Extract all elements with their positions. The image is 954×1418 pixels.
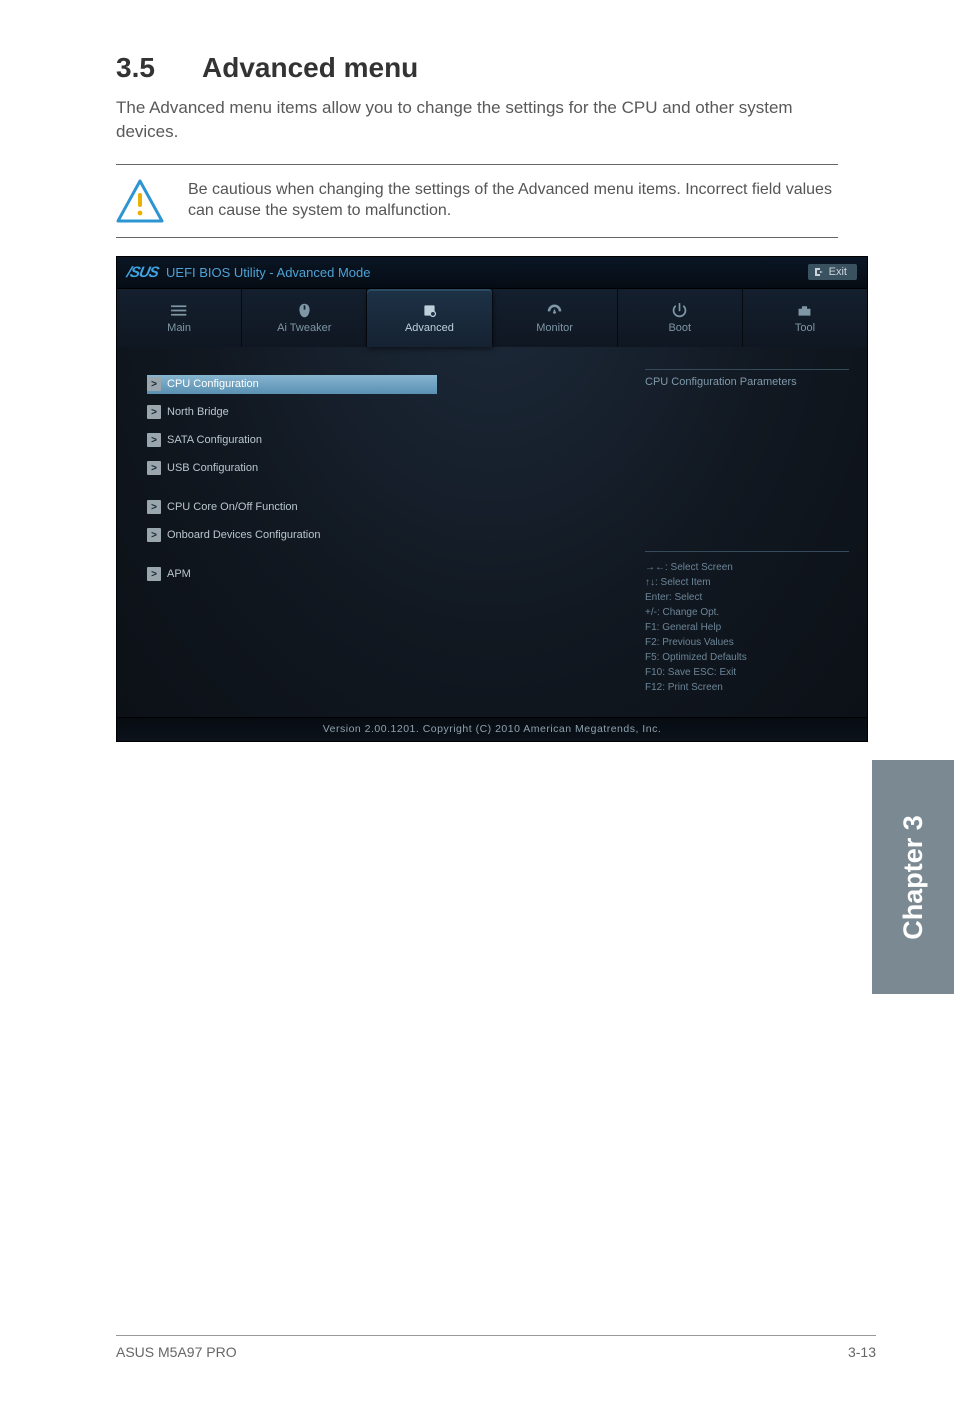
bios-tabs: Main Ai Tweaker Advanced Monitor Boot To… — [117, 289, 867, 347]
menu-cpu-configuration[interactable]: > CPU Configuration — [147, 375, 437, 394]
help-pane: CPU Configuration Parameters →←: Select … — [627, 347, 867, 717]
toolbox-icon — [796, 301, 813, 319]
chevron-right-icon: > — [147, 567, 161, 581]
tab-monitor[interactable]: Monitor — [493, 289, 618, 347]
menu-sata-configuration[interactable]: > SATA Configuration — [147, 431, 607, 450]
caution-text: Be cautious when changing the settings o… — [188, 179, 838, 222]
section-number: 3.5 — [116, 52, 202, 84]
chapter-label: Chapter 3 — [898, 815, 929, 940]
menu-label: USB Configuration — [167, 462, 258, 474]
page-footer: ASUS M5A97 PRO 3-13 — [116, 1335, 876, 1360]
hint-line: Enter: Select — [645, 590, 849, 605]
exit-button[interactable]: Exit — [808, 264, 857, 280]
bios-brand: /SUS UEFI BIOS Utility - Advanced Mode — [127, 264, 370, 281]
menu-usb-configuration[interactable]: > USB Configuration — [147, 459, 607, 478]
menu-label: APM — [167, 568, 191, 580]
help-title: CPU Configuration Parameters — [645, 376, 849, 388]
hint-line: ↑↓: Select Item — [645, 575, 849, 590]
tab-label: Tool — [795, 322, 815, 334]
hint-line: F12: Print Screen — [645, 680, 849, 695]
chevron-right-icon: > — [147, 377, 161, 391]
menu-apm[interactable]: > APM — [147, 565, 607, 584]
tab-label: Ai Tweaker — [277, 322, 331, 334]
hint-line: →←: Select Screen — [645, 560, 849, 575]
footer-right: 3-13 — [848, 1344, 876, 1360]
chevron-right-icon: > — [147, 461, 161, 475]
menu-cpu-core-onoff[interactable]: > CPU Core On/Off Function — [147, 498, 607, 517]
mouse-icon — [296, 301, 313, 319]
chapter-tab: Chapter 3 — [872, 760, 954, 994]
exit-label: Exit — [829, 266, 847, 278]
chevron-right-icon: > — [147, 500, 161, 514]
bios-titlebar: /SUS UEFI BIOS Utility - Advanced Mode E… — [117, 257, 867, 289]
tab-advanced[interactable]: Advanced — [367, 289, 492, 347]
list-icon — [171, 301, 188, 319]
hint-line: F2: Previous Values — [645, 635, 849, 650]
gauge-icon — [546, 301, 563, 319]
tab-label: Main — [167, 322, 191, 334]
asus-logo: /SUS — [125, 264, 160, 281]
menu-label: Onboard Devices Configuration — [167, 529, 320, 541]
tab-tool[interactable]: Tool — [743, 289, 867, 347]
section-heading: 3.5Advanced menu — [0, 0, 954, 96]
hint-line: F5: Optimized Defaults — [645, 650, 849, 665]
chevron-right-icon: > — [147, 433, 161, 447]
intro-text: The Advanced menu items allow you to cha… — [0, 96, 954, 144]
menu-label: North Bridge — [167, 406, 229, 418]
power-icon — [671, 301, 688, 319]
menu-pane: > CPU Configuration > North Bridge > SAT… — [117, 347, 627, 717]
tab-main[interactable]: Main — [117, 289, 242, 347]
menu-label: SATA Configuration — [167, 434, 262, 446]
hint-line: F1: General Help — [645, 620, 849, 635]
chip-icon — [421, 301, 438, 319]
bios-title: UEFI BIOS Utility - Advanced Mode — [166, 265, 370, 280]
caution-box: Be cautious when changing the settings o… — [116, 164, 838, 238]
bios-window: /SUS UEFI BIOS Utility - Advanced Mode E… — [116, 256, 868, 742]
section-title: Advanced menu — [202, 52, 418, 83]
bios-workarea: > CPU Configuration > North Bridge > SAT… — [117, 347, 867, 717]
tab-label: Advanced — [405, 322, 454, 334]
hint-line: +/-: Change Opt. — [645, 605, 849, 620]
menu-label: CPU Core On/Off Function — [167, 501, 298, 513]
bios-footer: Version 2.00.1201. Copyright (C) 2010 Am… — [117, 717, 867, 741]
caution-icon — [116, 179, 164, 223]
chevron-right-icon: > — [147, 528, 161, 542]
key-hints: →←: Select Screen ↑↓: Select Item Enter:… — [645, 551, 849, 695]
tab-ai-tweaker[interactable]: Ai Tweaker — [242, 289, 367, 347]
menu-label: CPU Configuration — [167, 378, 259, 390]
hint-line: F10: Save ESC: Exit — [645, 665, 849, 680]
footer-left: ASUS M5A97 PRO — [116, 1344, 237, 1360]
tab-label: Monitor — [536, 322, 573, 334]
chevron-right-icon: > — [147, 405, 161, 419]
menu-onboard-devices[interactable]: > Onboard Devices Configuration — [147, 526, 607, 545]
exit-icon — [814, 267, 824, 277]
tab-boot[interactable]: Boot — [618, 289, 743, 347]
menu-north-bridge[interactable]: > North Bridge — [147, 403, 607, 422]
tab-label: Boot — [668, 322, 691, 334]
